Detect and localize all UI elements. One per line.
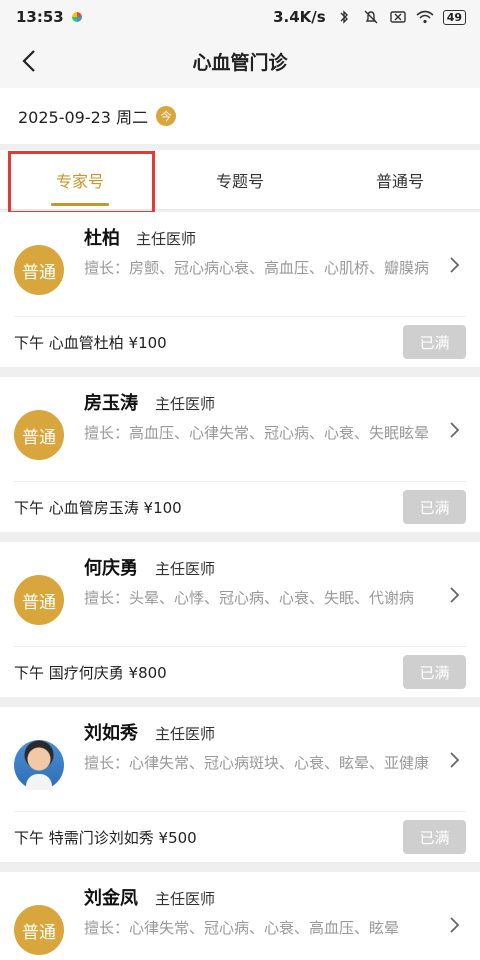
schedule-slot: 下午 特需门诊刘如秀 ¥500	[14, 829, 197, 847]
mute-bell-icon	[364, 10, 378, 24]
tab-label: 专题号	[215, 171, 264, 191]
divider	[14, 646, 466, 647]
chevron-left-icon	[22, 50, 35, 72]
nav-bar: 心血管门诊	[0, 34, 480, 88]
doctor-name: 刘金凤	[84, 888, 138, 909]
doctor-avatar: 普通	[14, 575, 64, 625]
chevron-right-icon	[450, 752, 460, 768]
doctor-specialty: 擅长：高血压、心律失常、冠心病、心衰、失眠眩晕	[84, 424, 430, 442]
status-time: 13:53	[16, 8, 64, 26]
date-selector[interactable]: 2025-09-23 周二 今	[0, 88, 480, 144]
tab-label: 普通号	[375, 171, 424, 191]
tab-bar: 专家号 专题号 普通号	[0, 150, 480, 210]
tab-label: 专家号	[55, 171, 104, 191]
status-bar: 13:53 3.4K/s 49	[0, 0, 480, 34]
doctor-card[interactable]: 普通 何庆勇 主任医师 擅长：头晕、心悸、冠心病、心衰、失眠、代谢病 下午 国疗…	[0, 542, 480, 697]
doctor-title: 主任医师	[136, 230, 197, 248]
bluetooth-icon	[340, 10, 348, 24]
back-button[interactable]	[14, 46, 44, 76]
chevron-right-icon	[450, 917, 460, 933]
sim-off-icon	[389, 11, 406, 23]
date-text: 2025-09-23 周二	[18, 108, 149, 127]
network-speed: 3.4K/s	[273, 8, 326, 26]
divider	[14, 316, 466, 317]
chevron-right-icon	[450, 257, 460, 273]
doctor-specialty: 擅长：房颤、冠心病心衰、高血压、心肌桥、瓣膜病	[84, 259, 430, 277]
doctor-avatar: 普通	[14, 410, 64, 460]
doctor-name: 杜柏	[84, 228, 120, 249]
full-booking-button[interactable]: 已满	[403, 655, 466, 689]
doctor-card[interactable]: 普通 刘金凤 主任医师 擅长：心律失常、冠心病、心衰、高血压、眩晕	[0, 872, 480, 960]
full-booking-button[interactable]: 已满	[403, 820, 466, 854]
divider	[14, 811, 466, 812]
doctor-title: 主任医师	[155, 395, 216, 413]
doctor-avatar: 普通	[14, 905, 64, 955]
doctor-name: 刘如秀	[84, 723, 138, 744]
tab-expert[interactable]: 专家号	[0, 150, 160, 209]
doctor-card[interactable]: 普通 房玉涛 主任医师 擅长：高血压、心律失常、冠心病、心衰、失眠眩晕 下午 心…	[0, 377, 480, 532]
battery-indicator: 49	[442, 9, 466, 25]
doctor-specialty: 擅长：心律失常、冠心病、心衰、高血压、眩晕	[84, 919, 400, 937]
wifi-icon	[416, 10, 434, 24]
page-title: 心血管门诊	[192, 51, 288, 74]
tab-active-indicator	[51, 203, 109, 206]
full-booking-button[interactable]: 已满	[403, 490, 466, 524]
app-notification-icon	[71, 12, 82, 22]
chevron-right-icon	[450, 587, 460, 603]
doctor-photo	[14, 740, 64, 790]
tab-general[interactable]: 普通号	[320, 150, 480, 209]
doctor-specialty: 擅长：心律失常、冠心病斑块、心衰、眩晕、亚健康	[84, 754, 430, 772]
schedule-slot: 下午 心血管房玉涛 ¥100	[14, 499, 182, 517]
doctor-name: 房玉涛	[84, 393, 138, 414]
doctor-specialty: 擅长：头晕、心悸、冠心病、心衰、失眠、代谢病	[84, 589, 415, 607]
today-badge: 今	[156, 106, 177, 126]
doctor-name: 何庆勇	[84, 558, 138, 579]
schedule-slot: 下午 心血管杜柏 ¥100	[14, 334, 167, 352]
status-icons: 3.4K/s 49	[273, 8, 466, 26]
doctor-card[interactable]: 刘如秀 主任医师 擅长：心律失常、冠心病斑块、心衰、眩晕、亚健康 下午 特需门诊…	[0, 707, 480, 862]
chevron-right-icon	[450, 422, 460, 438]
doctor-title: 主任医师	[155, 560, 216, 578]
tab-special[interactable]: 专题号	[160, 150, 320, 209]
schedule-slot: 下午 国疗何庆勇 ¥800	[14, 664, 167, 682]
full-booking-button[interactable]: 已满	[403, 325, 466, 359]
divider	[14, 481, 466, 482]
doctor-avatar: 普通	[14, 245, 64, 295]
doctor-title: 主任医师	[155, 725, 216, 743]
doctor-title: 主任医师	[155, 890, 216, 908]
doctor-card[interactable]: 普通 杜柏 主任医师 擅长：房颤、冠心病心衰、高血压、心肌桥、瓣膜病 下午 心血…	[0, 212, 480, 367]
